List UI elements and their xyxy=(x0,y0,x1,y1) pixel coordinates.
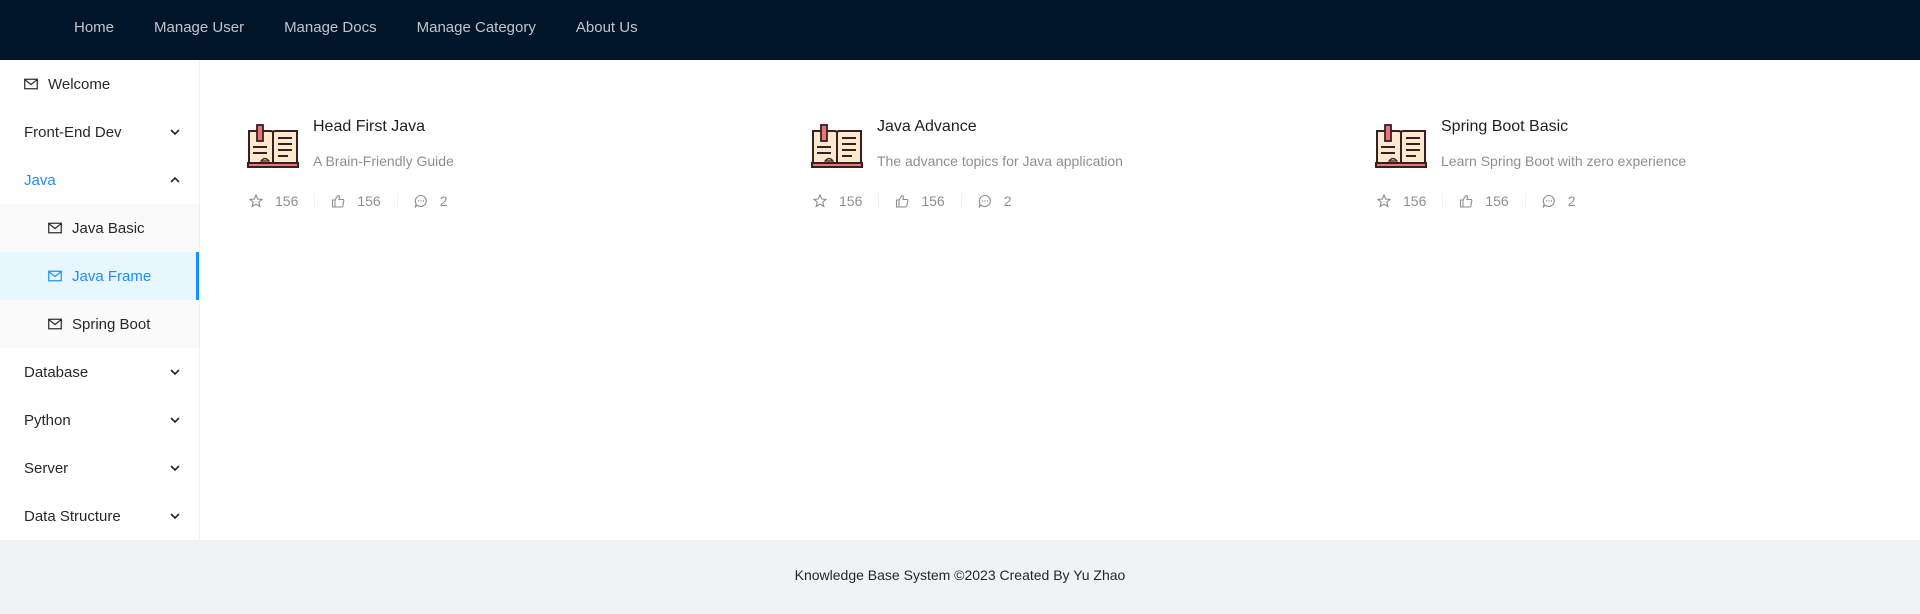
top-nav: Home Manage User Manage Docs Manage Cate… xyxy=(54,0,658,60)
page-footer: Knowledge Base System ©2023 Created By Y… xyxy=(0,540,1920,614)
sidebar-item-spring-boot[interactable]: Spring Boot xyxy=(0,300,199,348)
sidebar-item-label: Database xyxy=(24,363,89,381)
footer-text: Knowledge Base System ©2023 Created By Y… xyxy=(794,567,1126,583)
star-action[interactable]: 156 xyxy=(811,193,878,209)
like-icon xyxy=(331,194,345,208)
like-count: 156 xyxy=(1485,193,1509,209)
like-action[interactable]: 156 xyxy=(878,193,960,209)
comment-count: 2 xyxy=(1003,193,1012,209)
sidebar-item-label: Java xyxy=(24,171,56,189)
mail-icon xyxy=(24,78,38,90)
card-actions: 156 156 2 xyxy=(247,190,464,212)
book-icon xyxy=(247,123,299,169)
nav-about-us[interactable]: About Us xyxy=(556,0,658,60)
like-icon xyxy=(895,194,909,208)
chevron-down-icon xyxy=(169,366,181,378)
book-icon xyxy=(811,123,863,169)
book-icon xyxy=(1375,123,1427,169)
doc-card[interactable]: Spring Boot Basic Learn Spring Boot with… xyxy=(1329,90,1849,209)
star-icon xyxy=(1377,194,1391,208)
like-count: 156 xyxy=(357,193,381,209)
comment-count: 2 xyxy=(1567,193,1576,209)
sidebar: Welcome Front-End Dev Java Java Basic Ja… xyxy=(0,60,200,540)
card-title[interactable]: Java Advance xyxy=(877,118,977,136)
card-description: A Brain-Friendly Guide xyxy=(313,153,454,169)
sidebar-item-label: Server xyxy=(24,459,69,477)
message-icon xyxy=(1542,194,1556,208)
sidebar-item-python[interactable]: Python xyxy=(0,396,199,444)
star-count: 156 xyxy=(839,193,863,209)
star-icon xyxy=(813,194,827,208)
sidebar-item-welcome[interactable]: Welcome xyxy=(0,60,199,108)
mail-icon xyxy=(48,270,62,282)
chevron-down-icon xyxy=(169,126,181,138)
message-icon xyxy=(978,194,992,208)
comment-action[interactable]: 2 xyxy=(960,193,1028,209)
sidebar-item-java[interactable]: Java xyxy=(0,156,199,204)
star-count: 156 xyxy=(275,193,299,209)
sidebar-item-database[interactable]: Database xyxy=(0,348,199,396)
nav-home[interactable]: Home xyxy=(54,0,134,60)
java-submenu: Java Basic Java Frame Spring Boot xyxy=(0,204,199,348)
sidebar-item-label: Java Basic xyxy=(72,219,145,237)
chevron-down-icon xyxy=(169,510,181,522)
comment-count: 2 xyxy=(439,193,448,209)
sidebar-item-front-end-dev[interactable]: Front-End Dev xyxy=(0,108,199,156)
nav-manage-category[interactable]: Manage Category xyxy=(397,0,556,60)
sidebar-item-label: Spring Boot xyxy=(72,315,151,333)
chevron-down-icon xyxy=(169,414,181,426)
like-icon xyxy=(1459,194,1473,208)
comment-action[interactable]: 2 xyxy=(396,193,464,209)
top-header: Home Manage User Manage Docs Manage Cate… xyxy=(0,0,1920,60)
star-icon xyxy=(249,194,263,208)
sidebar-item-java-frame[interactable]: Java Frame xyxy=(0,252,199,300)
doc-card[interactable]: Head First Java A Brain-Friendly Guide 1… xyxy=(201,90,721,209)
card-title[interactable]: Spring Boot Basic xyxy=(1441,118,1568,136)
star-action[interactable]: 156 xyxy=(247,193,314,209)
sidebar-item-label: Welcome xyxy=(48,75,111,93)
like-count: 156 xyxy=(921,193,945,209)
nav-manage-user[interactable]: Manage User xyxy=(134,0,264,60)
sidebar-item-label: Java Frame xyxy=(72,267,152,285)
comment-action[interactable]: 2 xyxy=(1524,193,1592,209)
sidebar-item-label: Python xyxy=(24,411,71,429)
like-action[interactable]: 156 xyxy=(1442,193,1524,209)
sidebar-item-data-structure[interactable]: Data Structure xyxy=(0,492,199,540)
chevron-down-icon xyxy=(169,462,181,474)
sidebar-item-java-basic[interactable]: Java Basic xyxy=(0,204,199,252)
message-icon xyxy=(414,194,428,208)
mail-icon xyxy=(48,222,62,234)
star-count: 156 xyxy=(1403,193,1427,209)
nav-manage-docs[interactable]: Manage Docs xyxy=(264,0,397,60)
sidebar-item-label: Front-End Dev xyxy=(24,123,122,141)
card-actions: 156 156 2 xyxy=(1375,190,1592,212)
card-title[interactable]: Head First Java xyxy=(313,118,425,136)
star-action[interactable]: 156 xyxy=(1375,193,1442,209)
like-action[interactable]: 156 xyxy=(314,193,396,209)
mail-icon xyxy=(48,318,62,330)
main-content: Head First Java A Brain-Friendly Guide 1… xyxy=(201,60,1920,540)
card-description: Learn Spring Boot with zero experience xyxy=(1441,153,1687,169)
card-description: The advance topics for Java application xyxy=(877,153,1123,169)
chevron-up-icon xyxy=(169,174,181,186)
sidebar-item-server[interactable]: Server xyxy=(0,444,199,492)
sidebar-item-label: Data Structure xyxy=(24,507,121,525)
card-actions: 156 156 2 xyxy=(811,190,1028,212)
doc-card[interactable]: Java Advance The advance topics for Java… xyxy=(765,90,1285,209)
